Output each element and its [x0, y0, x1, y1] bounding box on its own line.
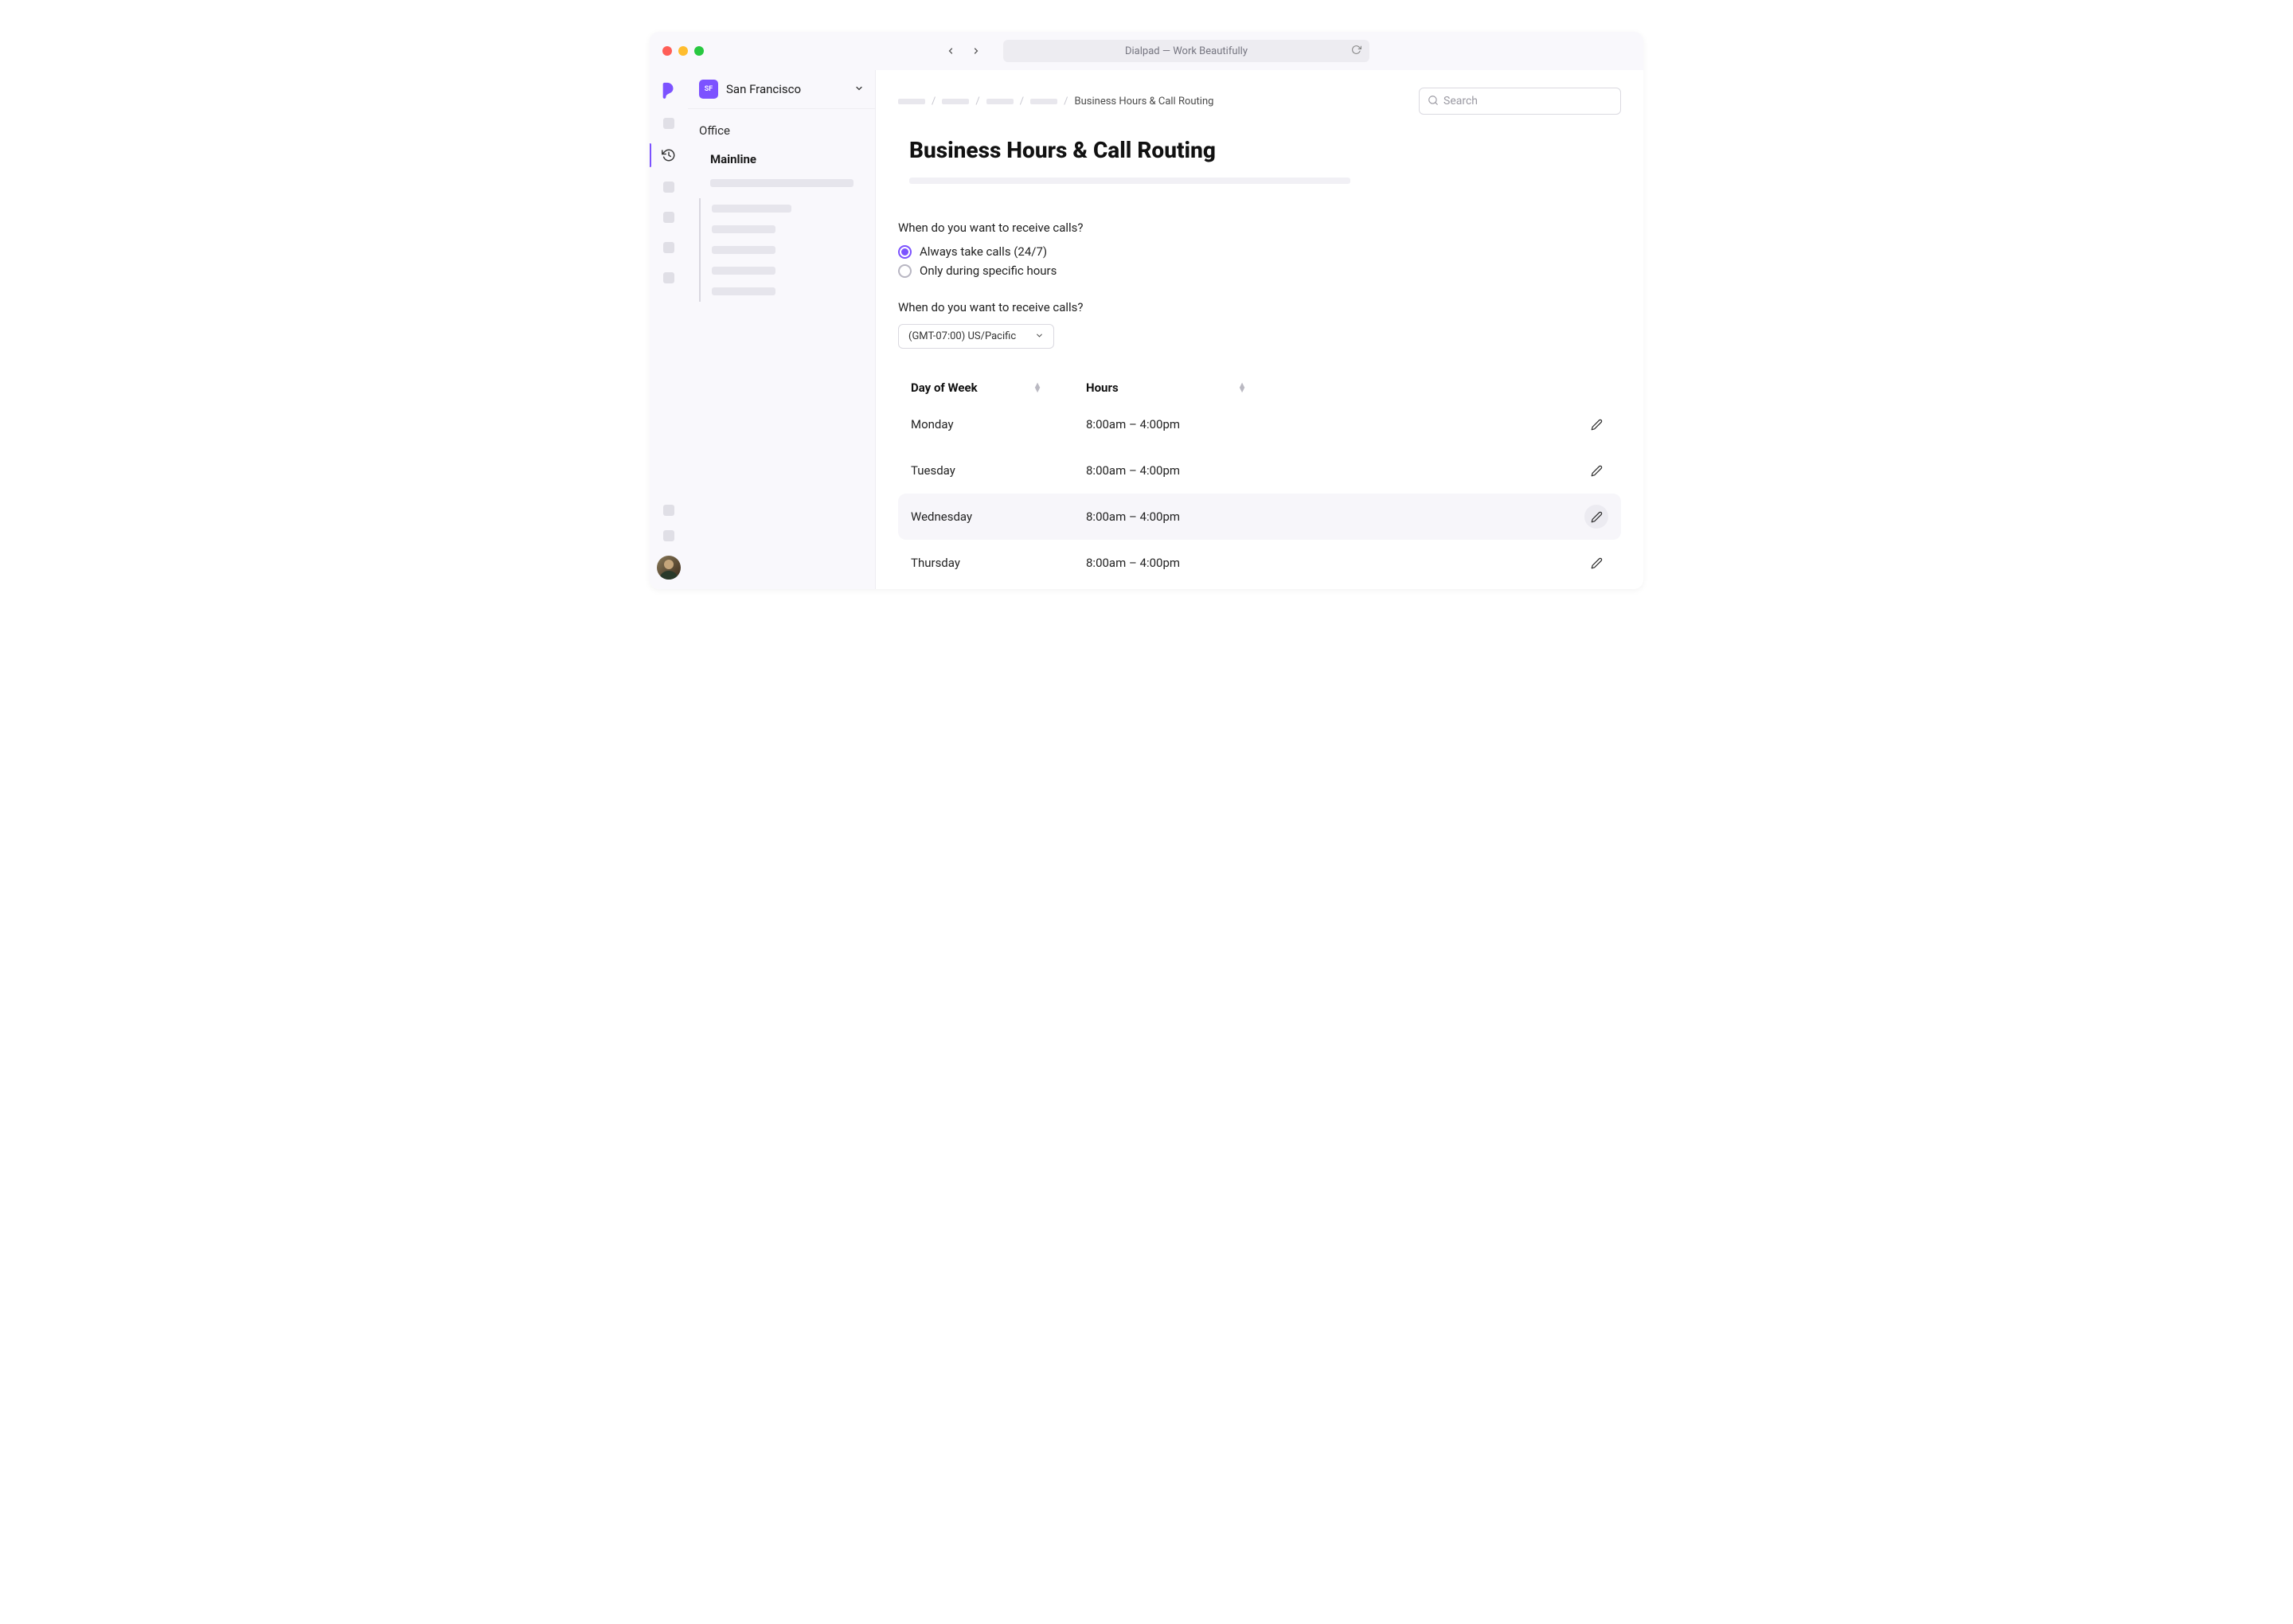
breadcrumb-placeholder[interactable] [898, 99, 925, 104]
table-row: Tuesday 8:00am – 4:00pm [898, 447, 1621, 494]
chevron-down-icon [1035, 331, 1044, 342]
rail-item-placeholder[interactable] [663, 118, 674, 129]
breadcrumb-separator: / [1020, 96, 1024, 107]
search-icon [1428, 94, 1439, 109]
cell-hours: 8:00am – 4:00pm [1086, 417, 1584, 431]
chevron-down-icon [854, 84, 864, 96]
sidebar-placeholder [712, 246, 775, 254]
breadcrumb-current: Business Hours & Call Routing [1075, 96, 1214, 107]
app-body: SF San Francisco Office Mainline [650, 70, 1643, 589]
cell-hours: 8:00am – 4:00pm [1086, 509, 1584, 524]
main-content: / / / / Business Hours & Call Routing [876, 70, 1643, 589]
top-row: / / / / Business Hours & Call Routing [898, 88, 1621, 115]
cell-day: Monday [911, 417, 1086, 431]
maximize-window-button[interactable] [694, 46, 704, 56]
search-box[interactable] [1419, 88, 1621, 115]
sidebar-section-office[interactable]: Office [688, 109, 875, 144]
minimize-window-button[interactable] [678, 46, 688, 56]
radio-specific-hours[interactable]: Only during specific hours [898, 264, 1621, 278]
table-header: Day of Week ▲▼ Hours ▲▼ [898, 374, 1621, 401]
breadcrumb: / / / / Business Hours & Call Routing [898, 96, 1213, 107]
breadcrumb-separator: / [975, 96, 979, 107]
table-row: Wednesday 8:00am – 4:00pm [898, 494, 1621, 540]
timezone-value: (GMT-07:00) US/Pacific [908, 330, 1016, 342]
sidebar-placeholders [688, 179, 875, 187]
user-avatar[interactable] [657, 556, 681, 580]
edit-hours-button[interactable] [1584, 551, 1608, 575]
column-header-hours[interactable]: Hours ▲▼ [1086, 381, 1277, 395]
history-icon[interactable] [662, 148, 676, 162]
edit-hours-button[interactable] [1584, 505, 1608, 529]
location-badge: SF [699, 80, 718, 99]
edit-hours-button[interactable] [1584, 459, 1608, 482]
nav-arrows [946, 46, 981, 56]
breadcrumb-placeholder[interactable] [942, 99, 969, 104]
location-name: San Francisco [726, 82, 846, 96]
rail-item-placeholder[interactable] [663, 530, 674, 541]
table-row: Monday 8:00am – 4:00pm [898, 401, 1621, 447]
forward-button[interactable] [971, 46, 981, 56]
cell-hours: 8:00am – 4:00pm [1086, 556, 1584, 570]
table-row: Thursday 8:00am – 4:00pm [898, 540, 1621, 586]
app-logo-icon[interactable] [660, 81, 678, 99]
close-window-button[interactable] [662, 46, 672, 56]
question-receive-calls-1: When do you want to receive calls? [898, 221, 1621, 235]
column-label: Day of Week [911, 381, 978, 395]
rail-item-placeholder[interactable] [663, 182, 674, 193]
sort-icon: ▲▼ [1033, 383, 1042, 392]
edit-hours-button[interactable] [1584, 412, 1608, 436]
page-title: Business Hours & Call Routing [909, 137, 1621, 163]
question-receive-calls-2: When do you want to receive calls? [898, 300, 1621, 314]
cell-day: Thursday [911, 556, 1086, 570]
location-picker[interactable]: SF San Francisco [688, 70, 875, 109]
table-row: Friday 8:00am – 4:00pm [898, 586, 1621, 589]
rail-item-placeholder[interactable] [663, 242, 674, 253]
title-underline [909, 178, 1350, 184]
cell-day: Wednesday [911, 509, 1086, 524]
breadcrumb-placeholder[interactable] [986, 99, 1014, 104]
rail-item-placeholder[interactable] [663, 272, 674, 283]
app-window: Dialpad — Work Beautifully [650, 32, 1643, 589]
search-input[interactable] [1443, 95, 1612, 107]
back-button[interactable] [946, 46, 955, 56]
column-label: Hours [1086, 381, 1119, 395]
address-bar-title: Dialpad — Work Beautifully [1125, 45, 1248, 57]
address-bar[interactable]: Dialpad — Work Beautifully [1003, 40, 1369, 62]
breadcrumb-placeholder[interactable] [1030, 99, 1057, 104]
sidebar: SF San Francisco Office Mainline [688, 70, 876, 589]
timezone-select[interactable]: (GMT-07:00) US/Pacific [898, 324, 1054, 349]
cell-hours: 8:00am – 4:00pm [1086, 463, 1584, 478]
title-bar: Dialpad — Work Beautifully [650, 32, 1643, 70]
rail-item-placeholder[interactable] [663, 212, 674, 223]
rail-item-placeholder[interactable] [663, 505, 674, 516]
reload-icon[interactable] [1351, 45, 1361, 58]
sidebar-placeholder [712, 287, 775, 295]
sidebar-placeholder [712, 205, 791, 213]
radio-label: Only during specific hours [920, 264, 1057, 278]
hours-table: Day of Week ▲▼ Hours ▲▼ Monday 8:00am – … [898, 374, 1621, 589]
sidebar-placeholder [710, 179, 854, 187]
sidebar-placeholder [712, 225, 775, 233]
breadcrumb-separator: / [932, 96, 936, 107]
column-header-day[interactable]: Day of Week ▲▼ [911, 381, 1086, 395]
breadcrumb-separator: / [1064, 96, 1068, 107]
radio-label: Always take calls (24/7) [920, 244, 1047, 259]
sort-icon: ▲▼ [1238, 383, 1247, 392]
sidebar-group [699, 198, 875, 302]
icon-rail [650, 70, 688, 589]
radio-indicator-selected [898, 245, 912, 259]
sidebar-placeholder [712, 267, 775, 275]
radio-group-call-hours: Always take calls (24/7) Only during spe… [898, 244, 1621, 278]
radio-indicator [898, 264, 912, 278]
traffic-lights [662, 46, 704, 56]
sidebar-item-mainline[interactable]: Mainline [688, 144, 875, 179]
radio-always-take-calls[interactable]: Always take calls (24/7) [898, 244, 1621, 259]
cell-day: Tuesday [911, 463, 1086, 478]
